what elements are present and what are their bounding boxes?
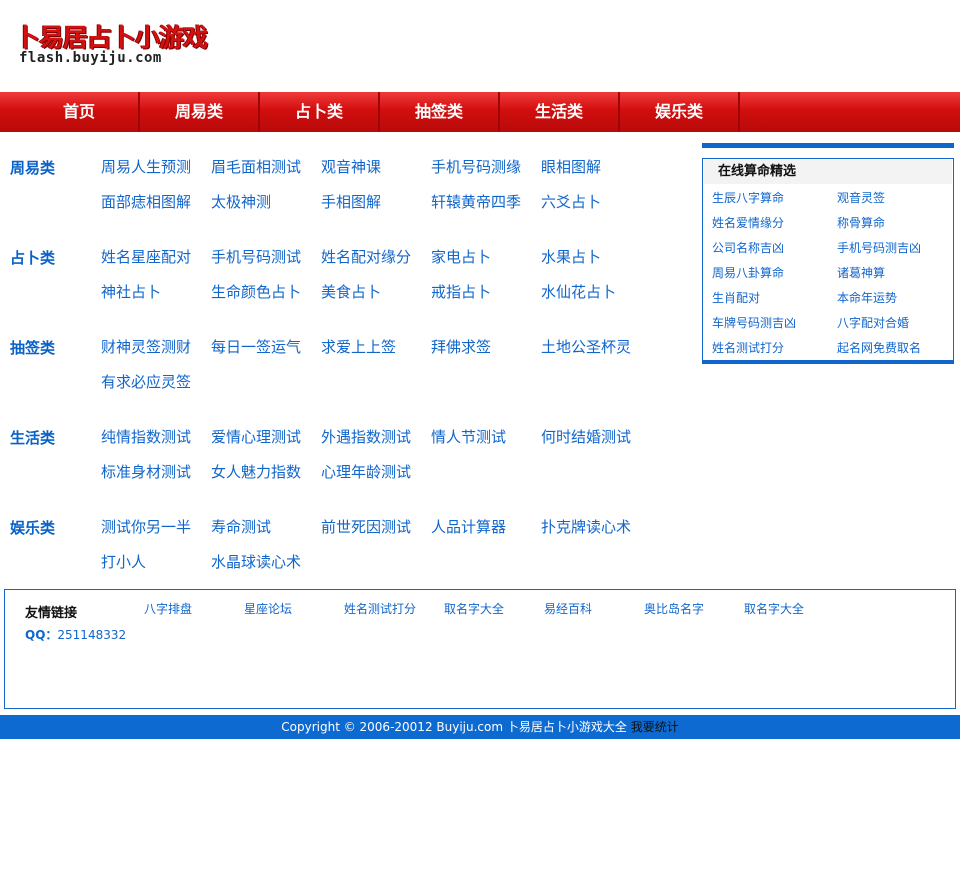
friend-link[interactable]: 八字排盘 bbox=[144, 600, 192, 617]
sidebar-link[interactable]: 称骨算命 bbox=[837, 214, 885, 231]
nav-chouqian[interactable]: 抽签类 bbox=[380, 92, 500, 132]
friend-link[interactable]: 姓名测试打分 bbox=[344, 600, 416, 617]
footer: Copyright © 2006-20012 Buyiju.com 卜易居占卜小… bbox=[0, 715, 960, 739]
footer-stat-link[interactable]: 我要统计 bbox=[631, 720, 679, 734]
category-title-zhouyi: 周易类 bbox=[10, 159, 56, 177]
category-link[interactable]: 水晶球读心术 bbox=[211, 551, 301, 572]
category-link[interactable]: 外遇指数测试 bbox=[321, 426, 411, 447]
category-title-yule: 娱乐类 bbox=[10, 519, 56, 537]
sidebar-link[interactable]: 观音灵签 bbox=[837, 189, 885, 206]
sidebar-link[interactable]: 周易八卦算命 bbox=[712, 264, 784, 281]
category-link[interactable]: 纯情指数测试 bbox=[101, 426, 191, 447]
category-link[interactable]: 手相图解 bbox=[321, 191, 381, 212]
sidebar-link[interactable]: 八字配对合婚 bbox=[837, 314, 909, 331]
nav-yule[interactable]: 娱乐类 bbox=[620, 92, 740, 132]
qq-number: 251148332 bbox=[57, 628, 127, 642]
friend-link[interactable]: 易经百科 bbox=[544, 600, 592, 617]
category-link[interactable]: 有求必应灵签 bbox=[101, 371, 191, 392]
logo-title: 卜易居占卜小游戏 bbox=[15, 23, 208, 52]
qq-label: QQ： bbox=[25, 628, 58, 642]
nav-zhanbu[interactable]: 占卜类 bbox=[260, 92, 380, 132]
sidebar-link[interactable]: 诸葛神算 bbox=[837, 264, 885, 281]
category-link[interactable]: 心理年龄测试 bbox=[321, 461, 411, 482]
category-link[interactable]: 求爱上上签 bbox=[321, 336, 396, 357]
main-nav: 首页 周易类 占卜类 抽签类 生活类 娱乐类 bbox=[0, 92, 960, 132]
sidebar-title: 在线算命精选 bbox=[718, 164, 797, 179]
sidebar-link[interactable]: 公司名称吉凶 bbox=[712, 239, 784, 256]
qq-contact: QQ：251148332 bbox=[25, 626, 126, 643]
category-link[interactable]: 周易人生预测 bbox=[101, 156, 191, 177]
category-link[interactable]: 水果占卜 bbox=[541, 246, 601, 267]
category-title-chouqian: 抽签类 bbox=[10, 339, 56, 357]
sidebar-featured-box: 在线算命精选 生辰八字算命 观音灵签 姓名爱情缘分 称骨算命 公司名称吉凶 手机… bbox=[702, 158, 954, 364]
category-link[interactable]: 前世死因测试 bbox=[321, 516, 411, 537]
friend-link[interactable]: 星座论坛 bbox=[244, 600, 292, 617]
category-link[interactable]: 眉毛面相测试 bbox=[211, 156, 301, 177]
category-link[interactable]: 寿命测试 bbox=[211, 516, 271, 537]
sidebar-link[interactable]: 本命年运势 bbox=[837, 289, 897, 306]
category-link[interactable]: 太极神测 bbox=[211, 191, 271, 212]
category-link[interactable]: 土地公圣杯灵 bbox=[541, 336, 631, 357]
sidebar-link[interactable]: 姓名测试打分 bbox=[712, 339, 784, 356]
category-link[interactable]: 手机号码测缘 bbox=[431, 156, 521, 177]
category-link[interactable]: 标准身材测试 bbox=[101, 461, 191, 482]
sidebar-link[interactable]: 生肖配对 bbox=[712, 289, 760, 306]
category-link[interactable]: 测试你另一半 bbox=[101, 516, 191, 537]
category-link[interactable]: 观音神课 bbox=[321, 156, 381, 177]
category-link[interactable]: 姓名配对缘分 bbox=[321, 246, 411, 267]
friend-link[interactable]: 取名字大全 bbox=[444, 600, 504, 617]
category-link[interactable]: 神社占卜 bbox=[101, 281, 161, 302]
category-link[interactable]: 财神灵签测财 bbox=[101, 336, 191, 357]
sidebar-link[interactable]: 生辰八字算命 bbox=[712, 189, 784, 206]
nav-zhouyi[interactable]: 周易类 bbox=[140, 92, 260, 132]
category-link[interactable]: 人品计算器 bbox=[431, 516, 506, 537]
category-link[interactable]: 面部痣相图解 bbox=[101, 191, 191, 212]
friend-link[interactable]: 取名字大全 bbox=[744, 600, 804, 617]
category-link[interactable]: 手机号码测试 bbox=[211, 246, 301, 267]
category-link[interactable]: 眼相图解 bbox=[541, 156, 601, 177]
logo-domain: flash.buyiju.com bbox=[19, 50, 162, 66]
sidebar-link[interactable]: 手机号码测吉凶 bbox=[837, 239, 921, 256]
category-link[interactable]: 姓名星座配对 bbox=[101, 246, 191, 267]
category-link[interactable]: 拜佛求签 bbox=[431, 336, 491, 357]
site-logo[interactable]: 卜易居占卜小游戏 flash.buyiju.com bbox=[15, 18, 225, 70]
category-link[interactable]: 美食占卜 bbox=[321, 281, 381, 302]
friend-links-title: 友情链接 bbox=[25, 606, 78, 621]
sidebar-link[interactable]: 姓名爱情缘分 bbox=[712, 214, 784, 231]
footer-site-link[interactable]: 卜易居占卜小游戏大全 bbox=[507, 720, 627, 734]
nav-home[interactable]: 首页 bbox=[20, 92, 140, 132]
category-link[interactable]: 打小人 bbox=[101, 551, 146, 572]
category-link[interactable]: 女人魅力指数 bbox=[211, 461, 301, 482]
sidebar-header: 在线算命精选 bbox=[704, 160, 952, 184]
category-link[interactable]: 扑克牌读心术 bbox=[541, 516, 631, 537]
category-link[interactable]: 戒指占卜 bbox=[431, 281, 491, 302]
category-title-zhanbu: 占卜类 bbox=[10, 249, 56, 267]
category-link[interactable]: 水仙花占卜 bbox=[541, 281, 616, 302]
nav-shenghuo[interactable]: 生活类 bbox=[500, 92, 620, 132]
friend-links-box: 友情链接 八字排盘 星座论坛 姓名测试打分 取名字大全 易经百科 奥比岛名字 取… bbox=[4, 589, 956, 709]
category-link[interactable]: 情人节测试 bbox=[431, 426, 506, 447]
sidebar-link[interactable]: 车牌号码测吉凶 bbox=[712, 314, 796, 331]
sidebar-top-bar bbox=[702, 143, 954, 148]
category-link[interactable]: 爱情心理测试 bbox=[211, 426, 301, 447]
friend-link[interactable]: 奥比岛名字 bbox=[644, 600, 704, 617]
category-link[interactable]: 每日一签运气 bbox=[211, 336, 301, 357]
copyright-text: Copyright © 2006-20012 Buyiju.com bbox=[281, 720, 504, 734]
category-link[interactable]: 家电占卜 bbox=[431, 246, 491, 267]
category-link[interactable]: 生命颜色占卜 bbox=[211, 281, 301, 302]
category-link[interactable]: 轩辕黄帝四季 bbox=[431, 191, 521, 212]
sidebar-link[interactable]: 起名网免费取名 bbox=[837, 339, 921, 356]
category-title-shenghuo: 生活类 bbox=[10, 429, 56, 447]
category-link[interactable]: 何时结婚测试 bbox=[541, 426, 631, 447]
category-link[interactable]: 六爻占卜 bbox=[541, 191, 601, 212]
header: 卜易居占卜小游戏 flash.buyiju.com bbox=[0, 0, 960, 92]
